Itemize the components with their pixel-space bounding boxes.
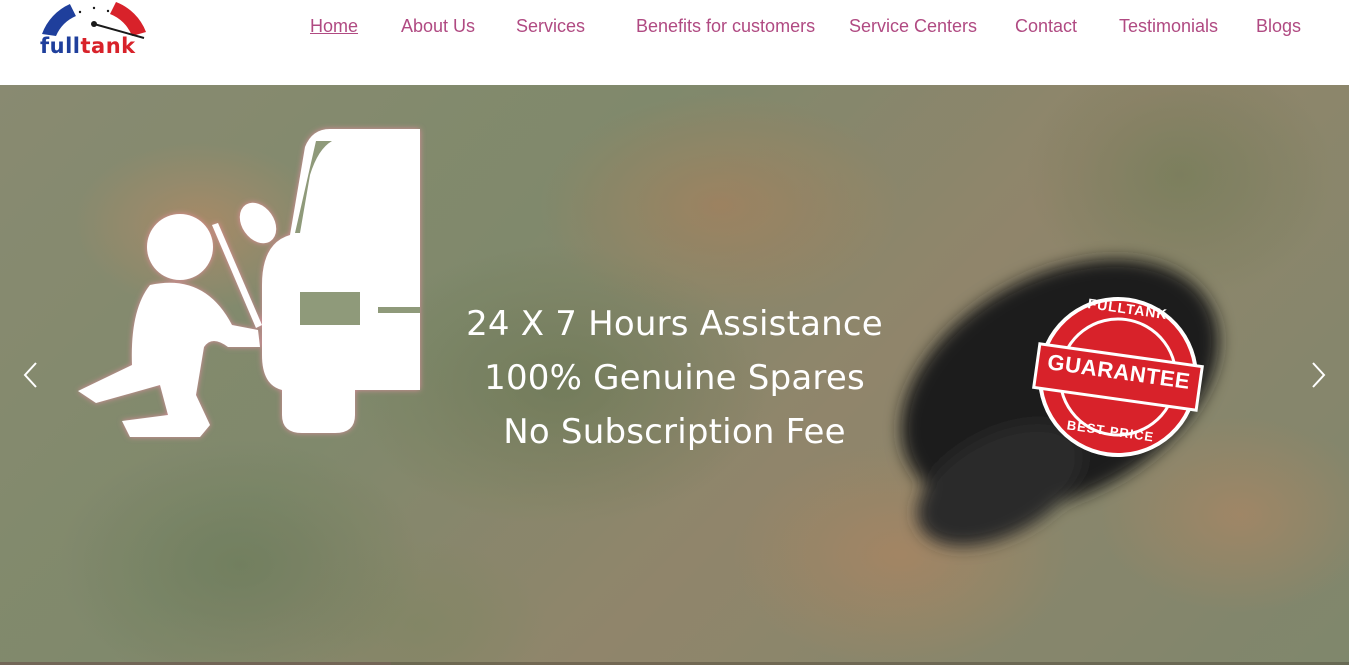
- hero-line-assistance: 24 X 7 Hours Assistance: [466, 304, 883, 344]
- nav-contact[interactable]: Contact: [1015, 15, 1077, 37]
- hero-line-fee: No Subscription Fee: [503, 412, 846, 452]
- nav-blogs[interactable]: Blogs: [1256, 15, 1301, 37]
- nav-service-centers[interactable]: Service Centers: [849, 15, 977, 37]
- hero-headline: 24 X 7 Hours Assistance 100% Genuine Spa…: [0, 297, 1349, 459]
- nav-home[interactable]: Home: [310, 15, 358, 37]
- hero-line-spares: 100% Genuine Spares: [484, 358, 865, 398]
- chevron-left-icon: [23, 362, 37, 388]
- site-header: fulltank Home About Us Services Benefits…: [0, 0, 1349, 85]
- nav-about-us[interactable]: About Us: [401, 15, 475, 37]
- nav-services[interactable]: Services: [516, 15, 585, 37]
- slider-prev-button[interactable]: [16, 355, 46, 395]
- hero-slider: FULLTANK GUARANTEE BEST PRICE 24 X 7 Hou…: [0, 85, 1349, 665]
- nav-benefits[interactable]: Benefits for customers: [636, 15, 815, 37]
- nav-testimonials[interactable]: Testimonials: [1119, 15, 1218, 37]
- slider-next-button[interactable]: [1303, 355, 1333, 395]
- chevron-right-icon: [1312, 362, 1326, 388]
- main-nav: Home About Us Services Benefits for cust…: [0, 15, 1349, 39]
